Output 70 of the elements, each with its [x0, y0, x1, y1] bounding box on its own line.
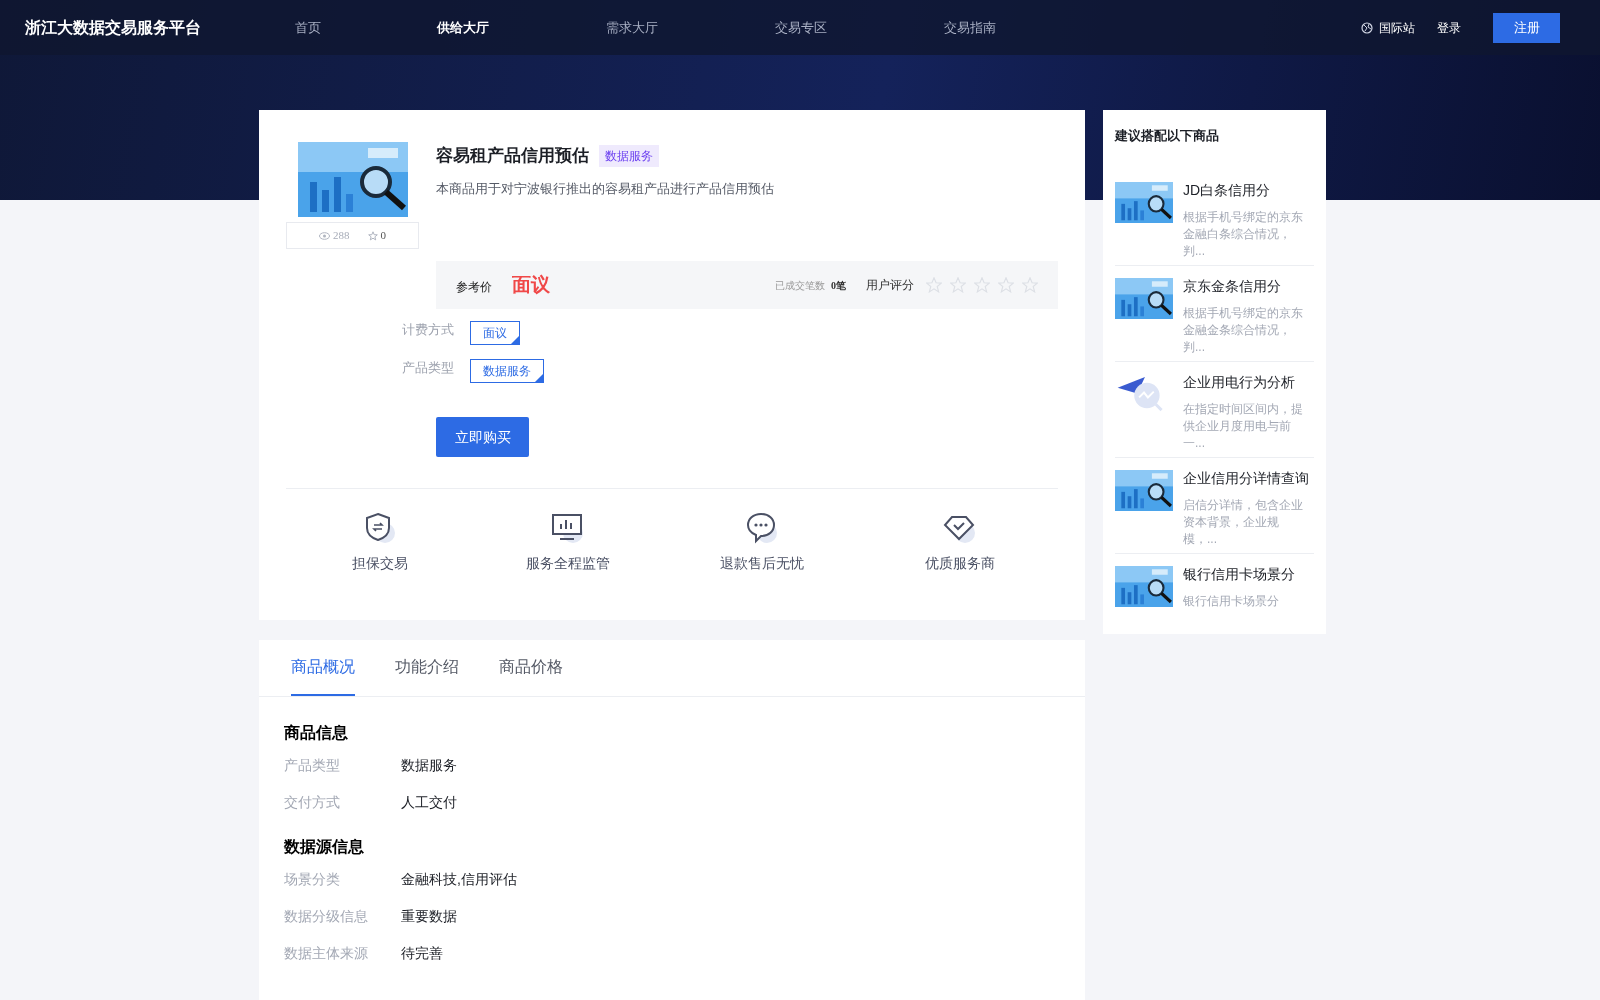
favorite-count: 0	[380, 228, 386, 244]
suggestion-item[interactable]: 企业用电行为分析 在指定时间区间内，提供企业月度用电与前一...	[1115, 361, 1314, 458]
deals-label: 已成交笔数	[775, 278, 825, 293]
item-title: 企业用电行为分析	[1183, 372, 1296, 392]
shield-icon	[363, 511, 397, 545]
feature-label: 担保交易	[352, 554, 408, 573]
feature-label: 优质服务商	[925, 554, 995, 573]
field-label: 场景分类	[284, 870, 341, 889]
field-label: 产品类型	[284, 756, 341, 775]
field-label: 数据分级信息	[284, 907, 369, 926]
field-value: 待完善	[401, 944, 443, 963]
view-count: 288	[333, 228, 350, 244]
item-description: 根据手机号绑定的京东金融白条综合情况，判...	[1183, 208, 1304, 260]
field-value: 重要数据	[401, 907, 457, 926]
item-title: 银行信用卡场景分	[1183, 564, 1296, 584]
nav-link[interactable]: 交易专区	[775, 17, 944, 38]
site-logo[interactable]: 浙江大数据交易服务平台	[25, 15, 295, 40]
nav-link[interactable]: 首页	[295, 17, 437, 38]
item-description: 根据手机号绑定的京东金融金条综合情况，判...	[1183, 304, 1304, 356]
item-title: 企业信用分详情查询	[1183, 468, 1309, 488]
chat-bubble-icon	[745, 511, 779, 545]
nav-link[interactable]: 供给大厅	[437, 17, 606, 38]
monitor-icon	[551, 511, 585, 545]
price-value: 面议	[512, 272, 550, 297]
register-button[interactable]: 注册	[1493, 12, 1560, 43]
item-description: 启信分详情，包含企业资本背景，企业规模，...	[1183, 496, 1304, 548]
login-link[interactable]: 登录	[1437, 18, 1461, 37]
field-label: 数据主体来源	[284, 944, 369, 963]
field-value: 金融科技,信用评估	[401, 870, 517, 889]
suggestion-item[interactable]: 银行信用卡场景分 银行信用卡场景分	[1115, 553, 1314, 620]
tab[interactable]: 商品价格	[499, 640, 563, 696]
eye-icon	[319, 231, 330, 240]
star-icon	[998, 277, 1014, 293]
star-icon	[1022, 277, 1038, 293]
item-description: 在指定时间区间内，提供企业月度用电与前一...	[1183, 400, 1304, 452]
option-tag[interactable]: 面议	[470, 321, 520, 345]
field-value: 人工交付	[401, 793, 457, 812]
product-title: 容易租产品信用预估	[436, 145, 589, 167]
feature-label: 服务全程监管	[526, 554, 610, 573]
star-icon	[367, 230, 378, 241]
field-label: 交付方式	[284, 793, 341, 812]
option-label: 产品类型	[402, 359, 455, 378]
price-label: 参考价	[456, 279, 492, 296]
item-description: 银行信用卡场景分	[1183, 592, 1280, 610]
product-description: 本商品用于对宁波银行推出的容易租产品进行产品信用预估	[436, 179, 775, 198]
panel-title: 建议搭配以下商品	[1115, 127, 1220, 145]
option-label: 计费方式	[402, 321, 455, 340]
globe-icon	[1361, 21, 1373, 34]
star-icon	[926, 277, 942, 293]
suggestion-item[interactable]: JD白条信用分 根据手机号绑定的京东金融白条综合情况，判...	[1115, 169, 1314, 266]
nav-link[interactable]: 交易指南	[944, 17, 1113, 38]
star-icon	[974, 277, 990, 293]
item-title: JD白条信用分	[1183, 180, 1272, 200]
buy-button[interactable]: 立即购买	[436, 417, 529, 457]
tab[interactable]: 功能介绍	[395, 640, 459, 696]
option-tag[interactable]: 数据服务	[470, 359, 544, 383]
item-title: 京东金条信用分	[1183, 276, 1282, 296]
category-tag: 数据服务	[599, 144, 659, 167]
feature-label: 退款售后无忧	[720, 554, 804, 573]
section-heading: 数据源信息	[284, 837, 365, 857]
tab[interactable]: 商品概况	[291, 640, 355, 696]
nav-link[interactable]: 需求大厅	[606, 17, 775, 38]
section-heading: 商品信息	[284, 723, 349, 743]
star-icon	[950, 277, 966, 293]
field-value: 数据服务	[401, 756, 457, 775]
deals-count: 0笔	[831, 278, 846, 293]
rating-label: 用户评分	[866, 277, 914, 294]
intl-link[interactable]: 国际站	[1379, 18, 1415, 37]
suggestion-item[interactable]: 京东金条信用分 根据手机号绑定的京东金融金条综合情况，判...	[1115, 265, 1314, 362]
suggestion-item[interactable]: 企业信用分详情查询 启信分详情，包含企业资本背景，企业规模，...	[1115, 457, 1314, 554]
